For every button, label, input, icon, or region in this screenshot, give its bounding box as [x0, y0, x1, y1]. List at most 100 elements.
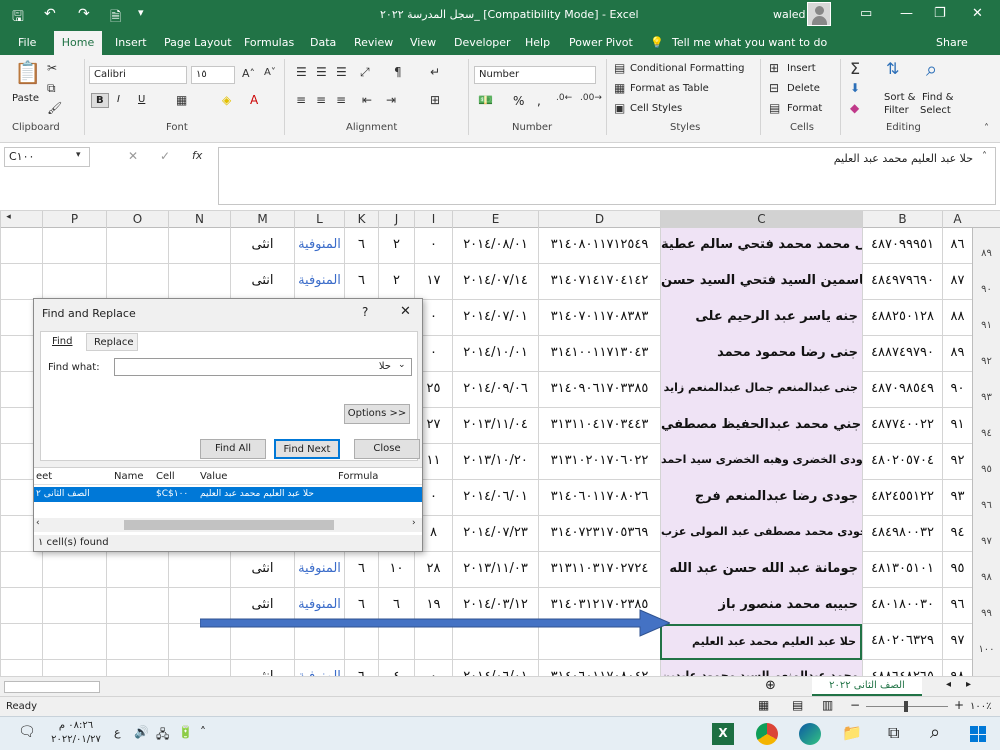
col-header-k[interactable]: K	[344, 211, 378, 228]
col-header-n[interactable]: N	[168, 211, 230, 228]
cell-a[interactable]: ٩٣	[942, 480, 972, 516]
rtl-icon[interactable]: ¶	[394, 65, 402, 79]
empty-cell[interactable]	[106, 228, 168, 264]
row-header[interactable]: ٩٧	[972, 516, 1000, 552]
table-row[interactable]: انثى المنوفية ٦ ١٠ ٢٨ ٢٠١٣/١١/٠٣ ٣١٣١١٠٣١٧٠٢٧٢…	[0, 552, 1000, 588]
fill-icon[interactable]: ⬇	[850, 81, 860, 95]
empty-cell[interactable]	[42, 624, 106, 660]
orientation-icon[interactable]: ⤢	[360, 65, 370, 80]
cell-a[interactable]: ٩١	[942, 408, 972, 444]
empty-cell[interactable]	[168, 264, 230, 300]
empty-cell[interactable]	[42, 552, 106, 588]
cell-c[interactable]: تقى محمد محمد فتحي سالم عطية	[660, 228, 862, 264]
merge-center-icon[interactable]: ⊞	[430, 93, 440, 107]
close-button[interactable]: Close	[354, 439, 420, 459]
cell-l[interactable]: المنوفية	[294, 228, 344, 264]
table-row[interactable]: انثىالمنوفية٦٤٠٢٠١٤/٠٦/٠١٣١٤٠٦٠١١٧٠٨٠٤٢ح…	[0, 660, 1000, 676]
tab-replace[interactable]: Replace	[86, 333, 138, 351]
find-select-label-2[interactable]: Select	[920, 105, 951, 116]
enter-icon[interactable]: ✓	[160, 149, 170, 163]
row-header[interactable]: ٩٨	[972, 552, 1000, 588]
cell-b[interactable]: ٤٨٧٧٤٠٠٢٢	[862, 408, 942, 444]
cell-c[interactable]: جودى الخضرى وهبه الخضرى سيد احمد	[660, 444, 862, 480]
cell-d[interactable]: ٣١٤٠٦٠١١٧٠٨٠٢٦	[538, 480, 660, 516]
tab-home[interactable]: Home	[54, 31, 102, 55]
cell-c[interactable]: جنى عبدالمنعم جمال عبدالمنعم زايد	[660, 372, 862, 408]
cell-d[interactable]: ٣١٤٠٦٠١١٧٠٨٠٤٢	[538, 660, 660, 676]
task-view-icon[interactable]: ⧉	[888, 723, 899, 743]
col-header-b[interactable]: B	[862, 211, 942, 228]
tab-page-layout[interactable]: Page Layout	[164, 36, 232, 49]
share-button[interactable]: Share	[936, 36, 968, 49]
header-value[interactable]: Value	[200, 471, 227, 482]
tab-help[interactable]: Help	[525, 36, 550, 49]
cell-d[interactable]: ٣١٤٠٨٠١١٧١٢٥٤٩	[538, 228, 660, 264]
conditional-formatting-button[interactable]: Conditional Formatting	[630, 63, 744, 74]
redo-icon[interactable]: ↷	[78, 6, 90, 22]
cell-m[interactable]: انثى	[230, 264, 294, 300]
comment-icon[interactable]: 🗨	[18, 724, 36, 740]
col-header-m[interactable]: M	[230, 211, 294, 228]
customize-qat-icon[interactable]: ▾	[138, 6, 144, 19]
col-header-o[interactable]: O	[106, 211, 168, 228]
empty-cell[interactable]	[0, 624, 42, 660]
dialog-close-icon[interactable]: ✕	[400, 304, 411, 319]
cell-b[interactable]: ٤٨١٣٠٥١٠١	[862, 552, 942, 588]
formula-input[interactable]: حلا عبد العليم محمد عبد العليم	[218, 147, 996, 205]
clear-icon[interactable]: ◆	[850, 101, 859, 115]
cell-m[interactable]: انثى	[230, 228, 294, 264]
page-break-view-icon[interactable]: ▥	[822, 698, 833, 712]
cell-a[interactable]: ٩٦	[942, 588, 972, 624]
align-top-icon[interactable]: ☰	[296, 65, 307, 79]
start-menu-icon[interactable]	[970, 726, 986, 742]
tab-insert[interactable]: Insert	[115, 36, 147, 49]
row-header[interactable]: ٩٢	[972, 336, 1000, 372]
cell-k[interactable]: ٦	[344, 660, 378, 676]
cell-d[interactable]: ٣١٣١١٠٤١٧٠٣٤٤٣	[538, 408, 660, 444]
battery-icon[interactable]: 🔋	[178, 725, 193, 739]
row-header[interactable]: ١٠٠	[972, 624, 1000, 660]
zoom-in-icon[interactable]: +	[954, 698, 964, 712]
cell-styles-button[interactable]: Cell Styles	[630, 103, 682, 114]
cell-c[interactable]: جاسمين السيد فتحي السيد حسن	[660, 264, 862, 300]
col-header-i[interactable]: I	[414, 211, 452, 228]
empty-cell[interactable]	[106, 264, 168, 300]
options-button[interactable]: Options >>	[344, 404, 410, 424]
sheet-tab-active[interactable]: الصف الثانى ٢٠٢٢	[812, 677, 922, 696]
restore-icon[interactable]: ❐	[934, 6, 946, 21]
col-header-a[interactable]: A	[942, 211, 972, 228]
empty-cell[interactable]	[42, 588, 106, 624]
scroll-right-icon[interactable]: ›	[412, 518, 416, 528]
scroll-left-icon[interactable]: ‹	[36, 518, 40, 528]
accounting-icon[interactable]: 💵	[478, 93, 493, 107]
network-icon[interactable]: 🖧	[156, 725, 169, 746]
normal-view-icon[interactable]: ▦	[758, 698, 769, 712]
row-header[interactable]: ٩٦	[972, 480, 1000, 516]
tell-me-search[interactable]: Tell me what you want to do	[672, 36, 827, 49]
row-header[interactable]: ٩٤	[972, 408, 1000, 444]
cell-j[interactable]: ٢	[378, 264, 414, 300]
find-history-dropdown-icon[interactable]: ⌄	[398, 360, 406, 370]
insert-cells-button[interactable]: Insert	[787, 63, 816, 74]
edge-taskbar-icon[interactable]	[799, 723, 821, 745]
search-taskbar-icon[interactable]: ⌕	[930, 722, 940, 743]
borders-icon[interactable]: ▦	[176, 93, 187, 107]
empty-cell[interactable]	[0, 660, 42, 676]
cell-b[interactable]: ٤٨٢٤٥٥١٢٢	[862, 480, 942, 516]
cell-d[interactable]: ٣١٤٠٧٢٣١٧٠٥٣٦٩	[538, 516, 660, 552]
empty-cell[interactable]	[106, 552, 168, 588]
sheet-prev-icon[interactable]: ◂	[946, 679, 951, 690]
cell-c[interactable]: حنين محمد عبدالمنعم السيد محمود عابدين	[660, 660, 862, 676]
ribbon-display-icon[interactable]: ▭	[860, 6, 872, 21]
show-hidden-icons-icon[interactable]: ˄	[200, 725, 206, 739]
zoom-level[interactable]: ١٠٠٪	[970, 701, 992, 712]
tab-review[interactable]: Review	[354, 36, 393, 49]
cell-e[interactable]: ٢٠١٣/١٠/٢٠	[452, 444, 538, 480]
cell-b[interactable]: ٤٨٨٢٥٠١٢٨	[862, 300, 942, 336]
bold-button[interactable]: B	[91, 93, 109, 108]
scroll-thumb[interactable]	[124, 520, 334, 530]
speaker-icon[interactable]: 🔊	[134, 725, 149, 739]
cell-e[interactable]: ٢٠١٤/١٠/٠١	[452, 336, 538, 372]
results-list[interactable]: eet Name Cell Value Formula الصف الثانى …	[34, 467, 422, 535]
cell-b[interactable]: ٤٨٠٢٠٦٣٢٩	[862, 624, 942, 660]
